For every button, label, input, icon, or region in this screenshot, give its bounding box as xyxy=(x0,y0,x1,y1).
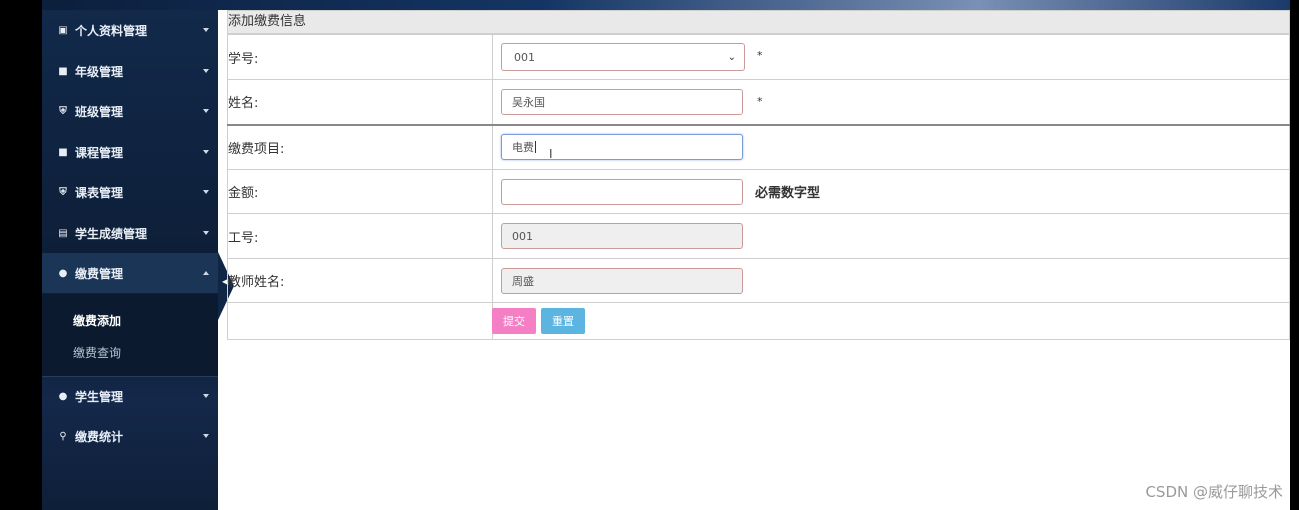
student-no-value: 001 xyxy=(514,50,535,64)
sidebar-item-label: 学生管理 xyxy=(75,389,124,404)
sidebar-item-students[interactable]: ● 学生管理 xyxy=(42,376,218,416)
caret-up-icon xyxy=(203,271,209,275)
caret-down-icon xyxy=(203,394,209,398)
student-no-label: 学号: xyxy=(227,34,493,80)
fee-item-label: 缴费项目: xyxy=(227,124,493,170)
sidebar-item-label: 学生成绩管理 xyxy=(75,226,148,241)
sidebar-item-label: 缴费统计 xyxy=(75,429,124,444)
caret-down-icon xyxy=(203,434,209,438)
name-label: 姓名: xyxy=(227,79,493,126)
users-icon: ● xyxy=(58,267,68,279)
ibeam-cursor-icon: I xyxy=(549,147,553,161)
sidebar-item-label: 课表管理 xyxy=(75,185,124,200)
sidebar-item-label: 班级管理 xyxy=(75,104,124,119)
sidebar-item-label: 个人资料管理 xyxy=(75,23,148,38)
shield-icon: ⛨ xyxy=(59,186,67,198)
submenu-item-fee-add[interactable]: 缴费添加 xyxy=(73,312,121,329)
required-mark: * xyxy=(757,49,763,62)
top-banner xyxy=(42,0,1290,10)
submenu-item-fee-query[interactable]: 缴费查询 xyxy=(73,344,121,361)
caret-down-icon xyxy=(203,109,209,113)
users-icon: ● xyxy=(58,390,68,402)
book-icon: ■ xyxy=(58,65,68,77)
chevron-down-icon: ⌄ xyxy=(727,51,736,63)
reset-button[interactable]: 重置 xyxy=(541,308,585,334)
required-mark: * xyxy=(757,94,763,108)
sidebar-item-fee-stats[interactable]: ⚲ 缴费统计 xyxy=(42,416,218,456)
staff-no-label: 工号: xyxy=(227,213,493,259)
sidebar-item-class[interactable]: ⛨ 班级管理 xyxy=(42,91,218,131)
sidebar-item-scores[interactable]: ▤ 学生成绩管理 xyxy=(42,213,218,253)
fee-item-input[interactable]: 电费 xyxy=(501,134,743,161)
sidebar-item-label: 缴费管理 xyxy=(75,266,124,281)
search-icon: ⚲ xyxy=(59,430,67,442)
teacher-name-input[interactable] xyxy=(501,267,743,294)
amount-input[interactable] xyxy=(501,178,743,205)
sidebar: ▣ 个人资料管理 ■ 年级管理 ⛨ 班级管理 ■ 课程管理 ⛨ 课表管理 ▤ 学… xyxy=(42,10,218,510)
book-icon: ■ xyxy=(58,146,68,158)
shield-icon: ⛨ xyxy=(59,105,67,117)
caret-down-icon xyxy=(203,28,209,32)
fee-item-value: 电费 xyxy=(512,141,534,155)
empty-cell xyxy=(227,302,493,340)
fees-submenu: 缴费添加 缴费查询 xyxy=(42,294,218,376)
id-card-icon: ▣ xyxy=(58,24,68,36)
screen-border-left xyxy=(0,0,42,510)
watermark: CSDN @威仔聊技术 xyxy=(1145,483,1283,501)
sidebar-item-course[interactable]: ■ 课程管理 xyxy=(42,132,218,172)
staff-no-input[interactable] xyxy=(501,223,743,249)
sidebar-item-profile[interactable]: ▣ 个人资料管理 xyxy=(42,10,218,50)
caret-down-icon xyxy=(203,190,209,194)
caret-down-icon xyxy=(203,150,209,154)
sidebar-item-timetable[interactable]: ⛨ 课表管理 xyxy=(42,172,218,212)
caret-down-icon xyxy=(203,231,209,235)
caret-down-icon xyxy=(203,69,209,73)
submit-button[interactable]: 提交 xyxy=(492,308,536,334)
teacher-name-label: 教师姓名: xyxy=(227,258,493,303)
sidebar-item-label: 课程管理 xyxy=(75,145,124,160)
file-icon: ▤ xyxy=(58,227,68,239)
student-no-select[interactable]: 001 ⌄ xyxy=(501,43,745,71)
screen-border-right xyxy=(1290,0,1299,510)
sidebar-item-fees[interactable]: ● 缴费管理 xyxy=(42,253,218,293)
form-title: 添加缴费信息 xyxy=(227,10,1290,34)
name-input[interactable] xyxy=(501,88,743,115)
text-cursor xyxy=(535,141,536,154)
amount-label: 金额: xyxy=(227,169,493,214)
amount-hint: 必需数字型 xyxy=(755,186,821,201)
sidebar-item-grade[interactable]: ■ 年级管理 xyxy=(42,51,218,91)
sidebar-item-label: 年级管理 xyxy=(75,64,124,79)
fee-form: 学号: 001 ⌄ * 姓名: * 缴费项目: 电费 xyxy=(227,34,1290,340)
